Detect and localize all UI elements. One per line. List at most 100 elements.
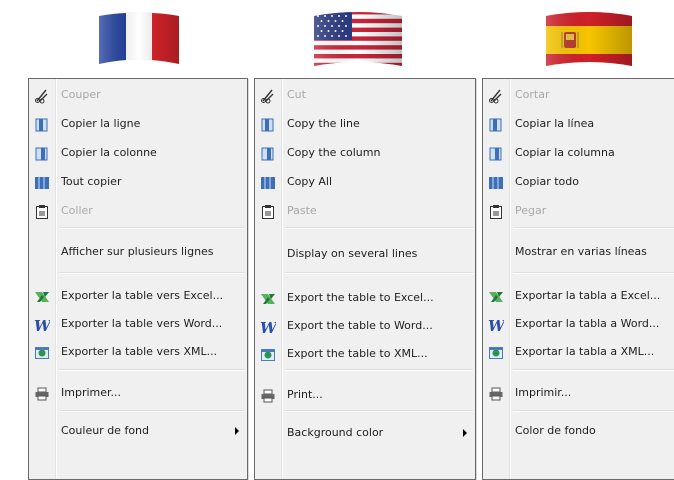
menu-item-copy-column[interactable]: Copy the column [255,141,475,165]
menu-item-export-excel[interactable]: Exportar la tabla a Excel... [483,284,674,308]
svg-text:W: W [34,317,50,333]
xml-icon [33,344,51,362]
menu-item-print[interactable]: Imprimir... [483,381,674,405]
menu-item-export-word[interactable]: W Exporter la table vers Word... [29,312,247,336]
menu-separator [285,227,473,229]
menu-item-label: Couleur de fond [61,424,149,437]
menu-item-paste[interactable]: Coller [29,199,247,223]
menu-separator [285,410,473,412]
menu-item-label: Copy the line [287,117,360,130]
printer-icon [259,387,277,405]
menu-item-export-word[interactable]: W Export the table to Word... [255,314,475,338]
spain-flag [544,10,634,70]
menu-item-copy-line[interactable]: Copier la ligne [29,112,247,136]
menu-separator [513,369,674,371]
menu-item-label: Mostrar en varias líneas [515,245,647,258]
menu-separator [59,410,245,412]
menu-item-label: Couper [61,88,101,101]
menu-item-paste[interactable]: Pegar [483,199,674,223]
menu-separator [59,272,245,274]
menu-item-export-excel[interactable]: Export the table to Excel... [255,286,475,310]
panel-es: Cortar Copiar la línea Copiar la columna… [478,0,674,480]
menu-separator [59,369,245,371]
menu-item-label: Display on several lines [287,247,418,260]
menu-item-cut[interactable]: Couper [29,83,247,107]
menu-item-label: Copier la colonne [61,146,157,159]
panel-fr: Couper Copier la ligne Copier la colonne… [0,0,250,480]
menu-item-export-xml[interactable]: Exporter la table vers XML... [29,340,247,364]
menu-item-label: Cut [287,88,306,101]
menu-item-label: Copiar la columna [515,146,615,159]
svg-text:W: W [488,317,504,333]
menu-item-label: Exporter la table vers XML... [61,345,218,358]
menu-item-copy-all[interactable]: Copy All [255,170,475,194]
menu-item-export-word[interactable]: W Exportar la tabla a Word... [483,312,674,336]
context-menu-fr: Couper Copier la ligne Copier la colonne… [28,78,248,480]
menu-item-export-xml[interactable]: Export the table to XML... [255,342,475,366]
menu-item-export-xml[interactable]: Exportar la tabla a XML... [483,340,674,364]
menu-item-label: Tout copier [61,175,122,188]
menu-item-copy-all[interactable]: Tout copier [29,170,247,194]
menu-item-label: Copy All [287,175,333,188]
menu-item-background-color[interactable]: Background color [255,421,475,445]
copy-all-icon [33,174,51,192]
menu-item-multi-line[interactable]: Mostrar en varias líneas [483,240,674,264]
svg-text:W: W [260,319,276,335]
menu-item-label: Exportar la tabla a Excel... [515,289,661,302]
copy-line-icon [33,116,51,134]
menu-item-label: Copiar todo [515,175,579,188]
menu-item-label: Export the table to Word... [287,319,433,332]
printer-icon [33,385,51,403]
clipboard-icon [33,203,51,221]
scissors-icon [259,87,277,105]
menu-item-copy-all[interactable]: Copiar todo [483,170,674,194]
menu-separator [513,410,674,412]
menu-item-label: Copiar la línea [515,117,595,130]
menu-item-label: Afficher sur plusieurs lignes [61,245,214,258]
xml-icon [259,346,277,364]
menu-item-multi-line[interactable]: Display on several lines [255,242,475,266]
menu-item-label: Imprimir... [515,386,572,399]
menu-separator [59,227,245,229]
word-icon: W [33,316,51,334]
menu-item-label: Print... [287,388,323,401]
clipboard-icon [259,203,277,221]
copy-column-icon [259,145,277,163]
menu-item-paste[interactable]: Paste [255,199,475,223]
menu-item-background-color[interactable]: Color de fondo [483,419,674,443]
menu-item-copy-line[interactable]: Copiar la línea [483,112,674,136]
menu-item-label: Imprimer... [61,386,122,399]
printer-icon [487,385,505,403]
menu-item-multi-line[interactable]: Afficher sur plusieurs lignes [29,240,247,264]
menu-item-label: Export the table to Excel... [287,291,434,304]
menu-item-label: Cortar [515,88,550,101]
menu-item-copy-line[interactable]: Copy the line [255,112,475,136]
copy-all-icon [259,174,277,192]
context-menu-es: Cortar Copiar la línea Copiar la columna… [482,78,674,480]
menu-item-copy-column[interactable]: Copiar la columna [483,141,674,165]
menu-item-cut[interactable]: Cut [255,83,475,107]
menu-item-label: Paste [287,204,317,217]
excel-icon [259,290,277,308]
word-icon: W [487,316,505,334]
menu-item-label: Copier la ligne [61,117,141,130]
france-flag [95,10,183,70]
menu-separator [513,227,674,229]
usa-flag [312,10,404,70]
panel-en: Cut Copy the line Copy the column Copy A… [250,0,478,480]
excel-icon [33,288,51,306]
menu-item-label: Copy the column [287,146,381,159]
menu-item-background-color[interactable]: Couleur de fond [29,419,247,443]
menu-item-copy-column[interactable]: Copier la colonne [29,141,247,165]
copy-column-icon [487,145,505,163]
menu-icon-gutter [255,79,283,479]
menu-item-print[interactable]: Print... [255,383,475,407]
menu-item-export-excel[interactable]: Exporter la table vers Excel... [29,284,247,308]
menu-item-cut[interactable]: Cortar [483,83,674,107]
menu-item-label: Coller [61,204,93,217]
copy-column-icon [33,145,51,163]
menu-item-label: Exporter la table vers Excel... [61,289,224,302]
scissors-icon [33,87,51,105]
menu-item-print[interactable]: Imprimer... [29,381,247,405]
copy-line-icon [259,116,277,134]
